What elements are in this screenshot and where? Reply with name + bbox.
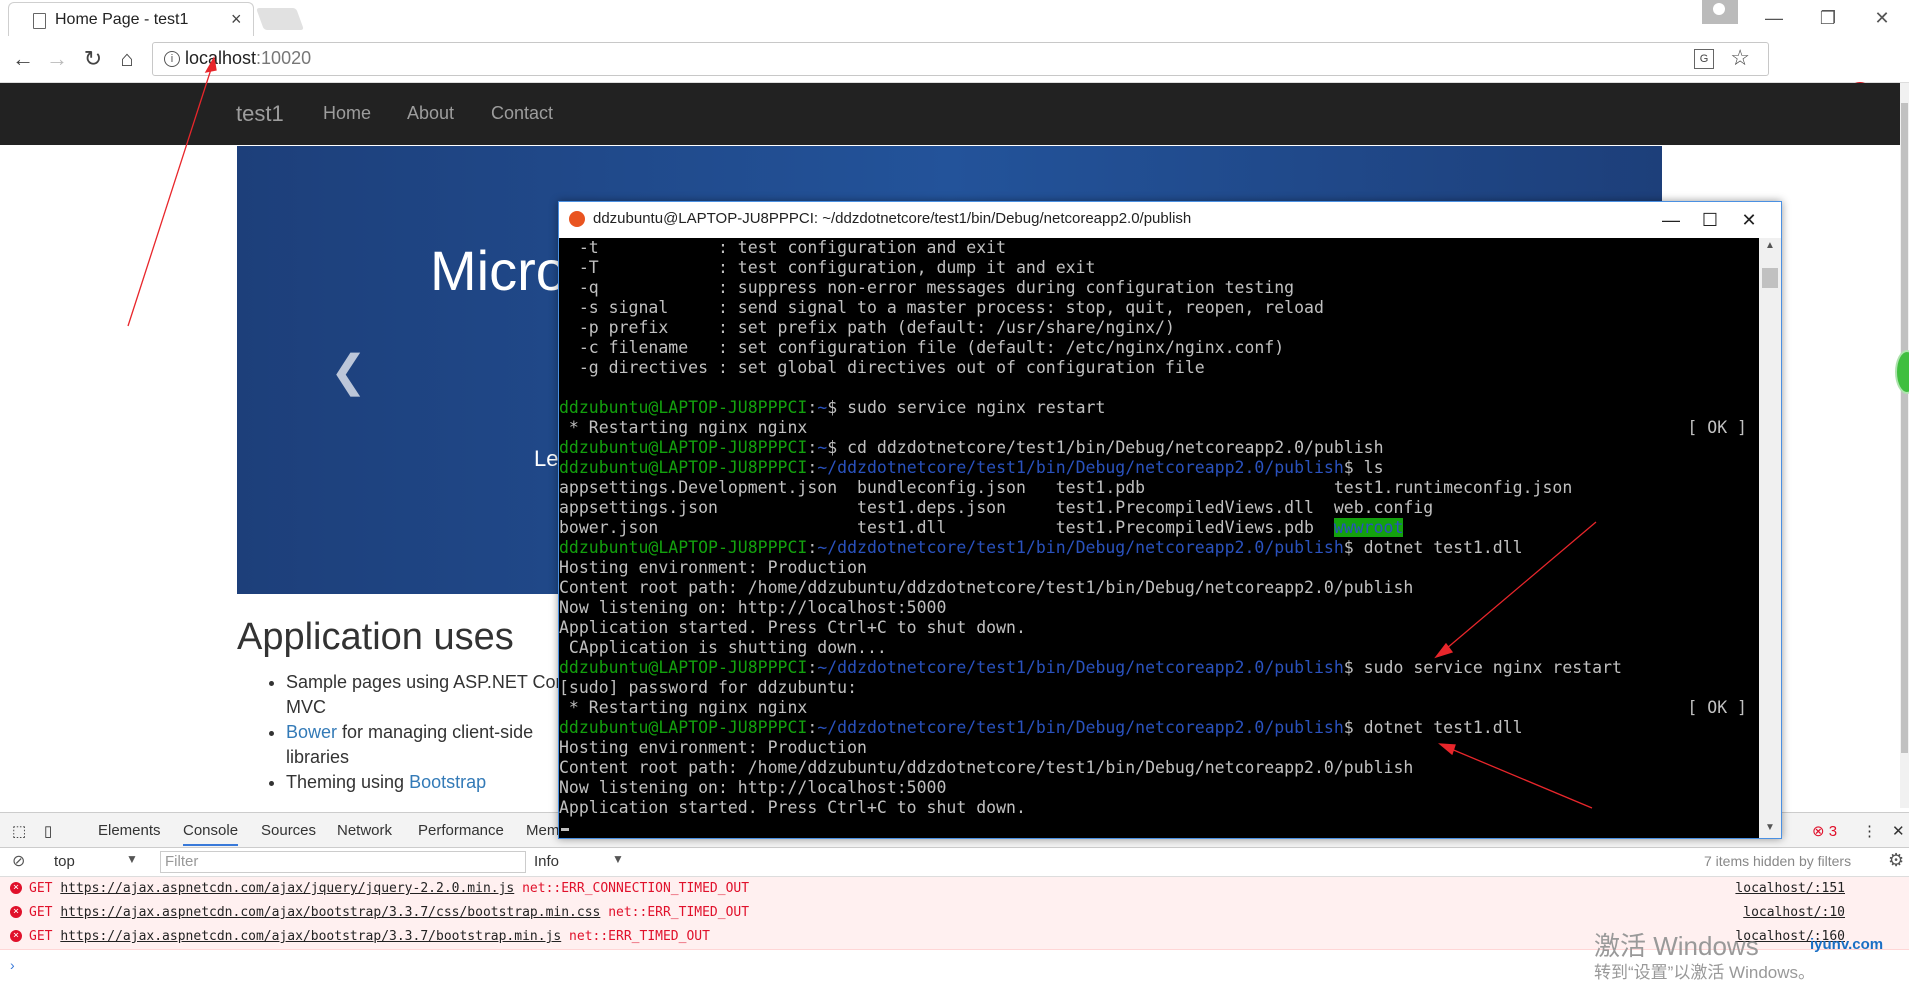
annotation-arrowhead — [204, 56, 217, 73]
annotation-arrowhead — [1438, 743, 1456, 756]
annotation-arrow-line — [1439, 521, 1597, 655]
annotation-arrow-line — [1443, 745, 1593, 809]
annotation-arrow-line — [127, 59, 215, 327]
annotation-arrows — [127, 56, 1597, 809]
